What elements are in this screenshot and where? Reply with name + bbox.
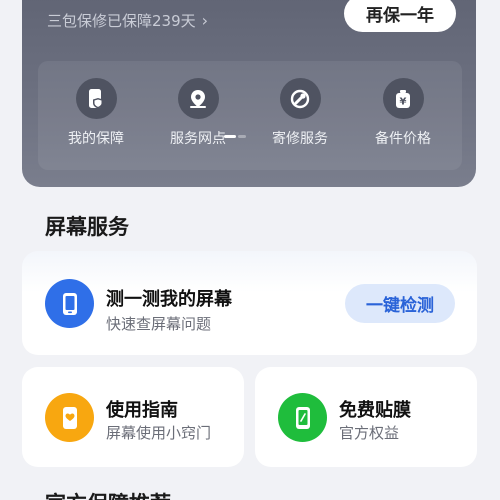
section-title-screen-service: 屏幕服务 [45, 215, 129, 239]
page-dot-active [224, 135, 236, 138]
section-title-official-protection: 官方保障推荐 [45, 488, 171, 500]
free-film-subtitle: 官方权益 [339, 424, 400, 442]
quick-action-repair-mail[interactable]: 寄修服务 [250, 78, 350, 148]
page-dot [238, 135, 246, 138]
free-film-title: 免费贴膜 [339, 400, 411, 421]
usage-guide-card[interactable]: 使用指南 屏幕使用小窍门 [22, 367, 244, 467]
page-indicator [224, 135, 246, 138]
map-pin-icon [177, 78, 219, 119]
screen-test-subtitle: 快速查屏幕问题 [106, 315, 212, 333]
quick-action-label: 服务网点 [170, 131, 226, 147]
quick-action-my-protection[interactable]: 我的保障 [46, 78, 146, 148]
price-tag-icon: ¥ [382, 78, 424, 119]
one-click-detect-button[interactable]: 一键检测 [345, 284, 455, 323]
phone-film-icon [278, 393, 327, 442]
usage-guide-subtitle: 屏幕使用小窍门 [106, 424, 212, 442]
free-film-card[interactable]: 免费贴膜 官方权益 [255, 367, 477, 467]
warranty-status-text: 三包保修已保障239天 [47, 12, 196, 30]
phone-screen-icon [45, 279, 94, 328]
phone-heart-icon [45, 393, 94, 442]
warranty-card: 三包保修已保障239天 › 再保一年 我的保障 服务网点 寄修服务 ¥ 备件价格 [22, 0, 476, 187]
quick-action-label: 寄修服务 [272, 131, 328, 147]
screen-test-card[interactable]: 测一测我的屏幕 快速查屏幕问题 一键检测 [22, 251, 477, 355]
usage-guide-title: 使用指南 [106, 400, 178, 421]
screen-test-title: 测一测我的屏幕 [106, 289, 232, 310]
phone-shield-icon [75, 78, 117, 119]
renew-button[interactable]: 再保一年 [344, 0, 456, 32]
warranty-status-link[interactable]: 三包保修已保障239天 › [47, 10, 208, 31]
quick-action-label: 我的保障 [68, 131, 124, 147]
quick-action-label: 备件价格 [375, 131, 431, 147]
wrench-icon [279, 78, 321, 119]
quick-action-parts-price[interactable]: ¥ 备件价格 [353, 78, 453, 148]
quick-actions-panel: 我的保障 服务网点 寄修服务 ¥ 备件价格 [38, 61, 462, 170]
svg-text:¥: ¥ [400, 96, 407, 107]
chevron-right-icon: › [201, 11, 209, 30]
